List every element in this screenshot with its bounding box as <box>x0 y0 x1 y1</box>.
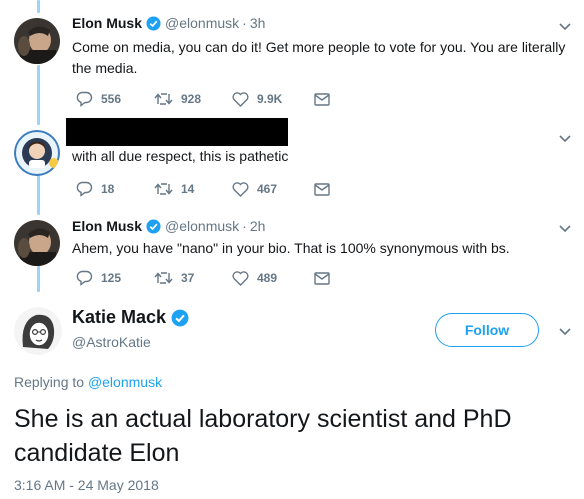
tweet-time[interactable]: 3h <box>250 15 266 31</box>
replying-prefix: Replying to <box>14 374 85 390</box>
retweet-icon <box>154 93 173 105</box>
heart-icon <box>232 181 249 197</box>
retweet-button[interactable]: 14 <box>154 182 232 196</box>
redacted-name <box>66 118 288 146</box>
verified-badge-icon <box>146 218 161 234</box>
reply-icon <box>76 270 93 286</box>
avatar[interactable] <box>14 18 60 64</box>
retweet-count: 14 <box>181 182 195 196</box>
tweet[interactable]: with all due respect, this is pathetic 1… <box>0 115 584 210</box>
tweet-text: Come on media, you can do it! Get more p… <box>72 39 566 76</box>
tweet-actions: 125 37 489 <box>76 270 338 286</box>
reply-count: 556 <box>101 92 122 106</box>
reply-count: 18 <box>101 182 115 196</box>
separator-dot: · <box>242 218 247 234</box>
main-author-name[interactable]: Katie Mack <box>72 307 166 328</box>
envelope-icon <box>314 92 330 106</box>
separator-dot: · <box>242 15 247 31</box>
author-name[interactable]: Elon Musk <box>72 218 142 234</box>
tweet[interactable]: Elon Musk @elonmusk · 2h Ahem, you have … <box>0 210 584 295</box>
reply-count: 125 <box>101 271 122 285</box>
reply-button[interactable]: 125 <box>76 270 154 286</box>
author-handle[interactable]: @elonmusk <box>165 218 239 234</box>
tweet-text: with all due respect, this is pathetic <box>72 148 289 164</box>
retweet-count: 37 <box>181 271 195 285</box>
like-count: 9.9K <box>257 92 283 106</box>
heart-icon <box>232 91 249 107</box>
main-tweet-text: She is an actual laboratory scientist an… <box>14 405 512 467</box>
tweet-time[interactable]: 2h <box>250 218 266 234</box>
retweet-icon <box>154 183 173 195</box>
avatar[interactable] <box>14 220 60 266</box>
tweet-actions: 18 14 467 <box>76 181 338 197</box>
replying-to: Replying to @elonmusk <box>14 374 162 390</box>
author-name[interactable]: Elon Musk <box>72 15 142 31</box>
main-author-row: Katie Mack <box>72 307 189 328</box>
tweet-text: Ahem, you have "nano" in your bio. That … <box>72 240 510 256</box>
retweet-button[interactable]: 928 <box>154 92 232 106</box>
reply-icon <box>76 181 93 197</box>
main-tweet-timestamp[interactable]: 3:16 AM - 24 May 2018 <box>14 477 159 493</box>
like-count: 467 <box>257 182 278 196</box>
author-handle[interactable]: @elonmusk <box>165 15 239 31</box>
chevron-down-icon[interactable] <box>558 22 572 32</box>
follow-button[interactable]: Follow <box>435 313 539 347</box>
tweet[interactable]: Elon Musk @elonmusk · 3h Come on media, … <box>0 0 584 115</box>
heart-icon <box>232 270 249 286</box>
message-button[interactable] <box>314 271 338 285</box>
retweet-button[interactable]: 37 <box>154 271 232 285</box>
main-author-handle[interactable]: @AstroKatie <box>72 334 151 350</box>
avatar[interactable] <box>14 130 60 176</box>
chevron-down-icon[interactable] <box>558 134 572 144</box>
verified-badge-icon <box>171 309 189 326</box>
envelope-icon <box>314 271 330 285</box>
chevron-down-icon[interactable] <box>558 224 572 234</box>
like-count: 489 <box>257 271 278 285</box>
reply-button[interactable]: 556 <box>76 91 154 107</box>
replying-to-link[interactable]: @elonmusk <box>88 374 162 390</box>
envelope-icon <box>314 182 330 196</box>
retweet-icon <box>154 272 173 284</box>
retweet-count: 928 <box>181 92 202 106</box>
avatar[interactable] <box>14 307 62 355</box>
message-button[interactable] <box>314 92 338 106</box>
like-button[interactable]: 9.9K <box>232 91 314 107</box>
reply-icon <box>76 91 93 107</box>
message-button[interactable] <box>314 182 338 196</box>
like-button[interactable]: 489 <box>232 270 314 286</box>
tweet-actions: 556 928 9.9K <box>76 91 338 107</box>
chevron-down-icon[interactable] <box>558 327 572 337</box>
verified-badge-icon <box>146 15 161 31</box>
reply-button[interactable]: 18 <box>76 181 154 197</box>
like-button[interactable]: 467 <box>232 181 314 197</box>
